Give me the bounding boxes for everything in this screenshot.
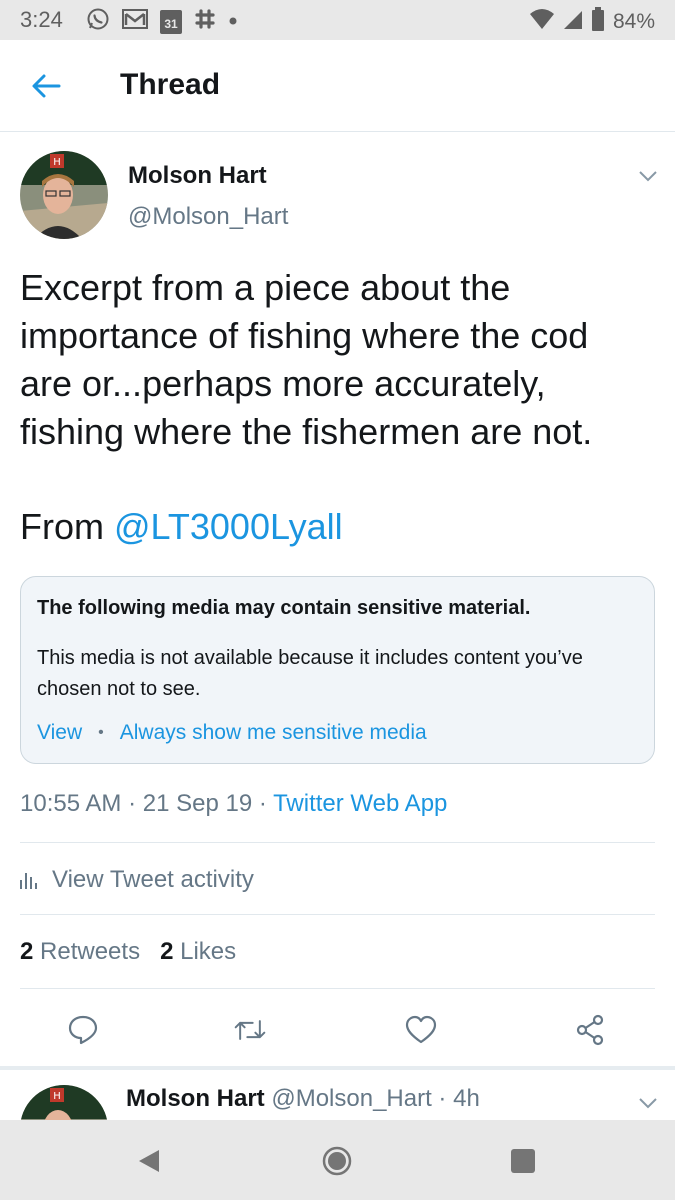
tweet-text-line: importance of fishing where the cod [20,315,589,356]
dot-icon [228,13,238,31]
status-bar: 3:24 31 84% [0,0,675,40]
retweet-icon [234,1020,266,1040]
likes-label: Likes [180,938,237,965]
divider [20,914,655,915]
author-handle[interactable]: @Molson_Hart [128,203,288,231]
separator-dot: • [98,724,104,741]
view-tweet-activity-button[interactable]: View Tweet activity [20,866,254,894]
whatsapp-icon [86,7,110,36]
battery-icon [591,7,605,36]
meta-separator: · [252,790,274,817]
system-nav-bar [0,1120,675,1200]
system-status-icons: 84% [529,7,655,36]
notification-icons: 31 [86,7,238,36]
back-button[interactable] [28,68,64,104]
divider [20,988,655,989]
share-button[interactable] [573,1013,607,1047]
bar-chart-icon [20,871,40,889]
tweet-time: 10:55 AM [20,790,122,817]
reply-button[interactable] [66,1013,100,1047]
always-show-sensitive-link[interactable]: Always show me sensitive media [120,721,427,745]
sensitive-body: This media is not available because it i… [37,647,583,700]
activity-label: View Tweet activity [52,866,254,893]
tweet-menu-button[interactable] [634,165,662,187]
gmail-icon [122,8,148,35]
home-circle-icon [322,1146,352,1176]
slack-icon [194,8,216,35]
wifi-icon [529,8,555,35]
meta-separator: · [431,1085,454,1112]
like-button[interactable] [404,1013,438,1047]
like-icon [405,1015,437,1044]
nav-home-button[interactable] [320,1144,354,1178]
sensitive-title: The following media may contain sensitiv… [37,597,531,619]
retweet-button[interactable] [233,1013,267,1047]
svg-text:H: H [53,1091,61,1102]
calendar-day: 31 [164,16,178,31]
sensitive-media-notice: The following media may contain sensitiv… [20,576,655,764]
signal-icon [563,8,583,35]
sensitive-actions: View • Always show me sensitive media [37,721,427,745]
tweet-timestamp: 10:55 AM · 21 Sep 19 · Twitter Web App [20,790,447,818]
tweet-separator [0,1066,675,1070]
chevron-down-icon [639,1098,657,1109]
calendar-icon: 31 [160,9,182,34]
retweets-count: 2 [20,938,34,965]
mention-link[interactable]: @LT3000Lyall [114,506,343,547]
engagement-stats: 2 Retweets 2 Likes [20,938,236,966]
tweet-from-line: From @LT3000Lyall [20,503,343,551]
author-name[interactable]: Molson Hart [128,162,267,190]
avatar[interactable]: H [20,151,108,239]
recents-square-icon [511,1149,535,1173]
thread-header: Thread [0,40,675,132]
reply-icon [68,1015,98,1045]
likes-count: 2 [160,938,174,965]
tweet-actions [0,1005,675,1055]
retweets-label: Retweets [40,938,141,965]
nav-recents-button[interactable] [506,1144,540,1178]
tweet-menu-button[interactable] [634,1092,662,1114]
tweet-text-line: fishing where the fishermen are not. [20,411,593,452]
divider [20,842,655,843]
author-name[interactable]: Molson Hart [126,1085,265,1112]
share-icon [576,1014,604,1046]
status-time: 3:24 [20,7,63,32]
nav-back-button[interactable] [132,1144,166,1178]
page-title: Thread [120,68,221,101]
tweet-text: Excerpt from a piece about the importanc… [20,264,660,456]
next-tweet-header: Molson Hart @Molson_Hart · 4h [126,1085,480,1113]
back-triangle-icon [139,1150,159,1172]
chevron-down-icon [639,171,657,182]
tweet-text-line: Excerpt from a piece about the [20,267,511,308]
arrow-left-icon [32,74,61,98]
author-handle[interactable]: @Molson_Hart [271,1085,431,1112]
view-media-link[interactable]: View [37,721,82,745]
tweet-age: 4h [453,1085,480,1112]
tweet-text-line: are or...perhaps more accurately, [20,363,546,404]
meta-separator: · [121,790,143,817]
svg-text:H: H [53,157,61,168]
tweet-source-link[interactable]: Twitter Web App [273,790,447,817]
likes-stat[interactable]: 2 Likes [160,938,236,966]
retweets-stat[interactable]: 2 Retweets [20,938,140,966]
battery-percent: 84% [612,9,655,33]
from-prefix: From [20,506,114,547]
tweet-date: 21 Sep 19 [142,790,253,817]
